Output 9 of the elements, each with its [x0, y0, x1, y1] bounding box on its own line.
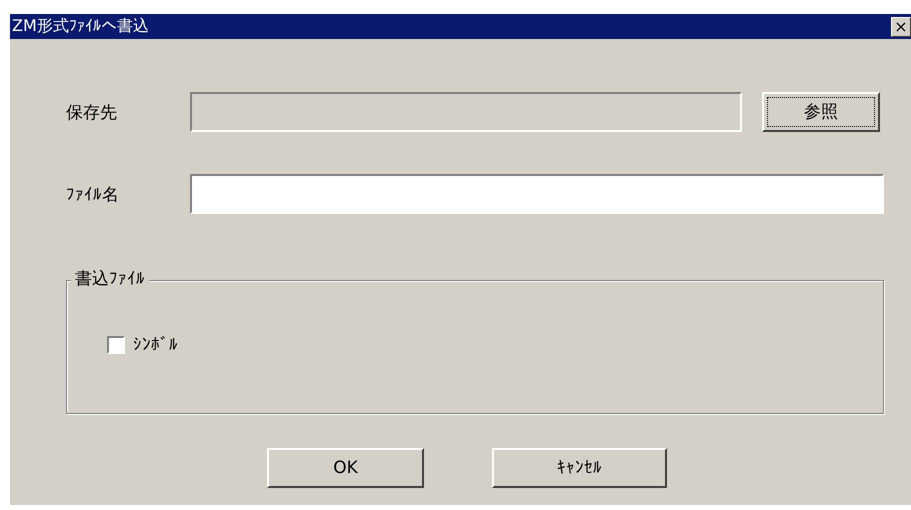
window-title: ZM形式ﾌｧｲﾙへ書込 [12, 16, 149, 37]
ok-button[interactable]: OK [267, 448, 424, 488]
cancel-button[interactable]: ｷｬﾝｾﾙ [492, 448, 667, 488]
checkbox[interactable] [107, 336, 125, 354]
close-button[interactable]: × [891, 16, 911, 36]
checkbox-label: ｼﾝﾎﾞﾙ [133, 335, 178, 355]
field-label: 保存先 [66, 102, 118, 124]
field-label: ﾌｧｲﾙ名 [66, 184, 120, 206]
input-field[interactable] [190, 174, 884, 214]
